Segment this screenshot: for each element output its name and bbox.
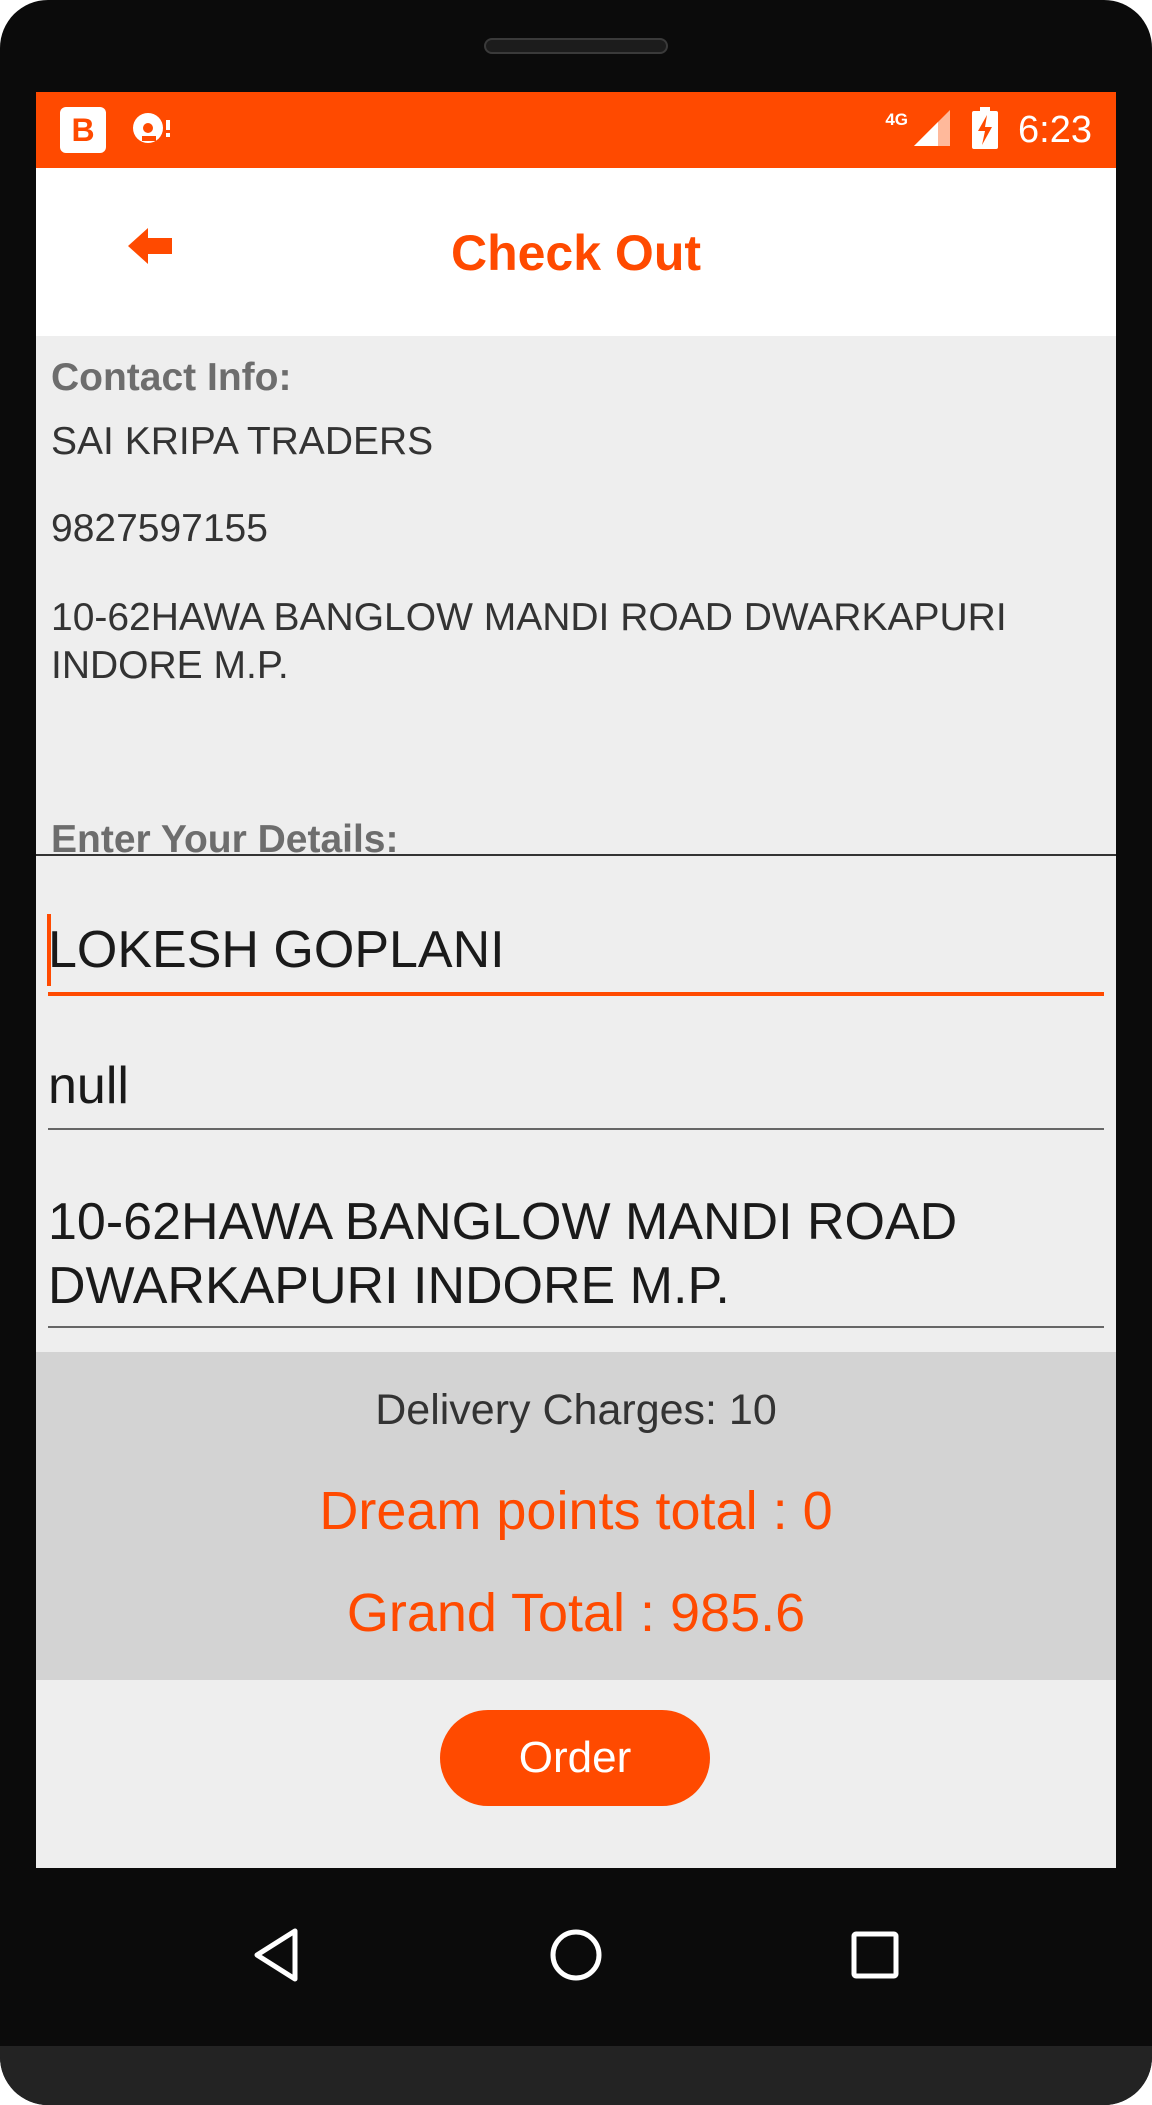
battery-charging-icon [970,106,1000,154]
phone-bottom-edge [0,2046,1152,2105]
grand-total: Grand Total : 985.6 [346,1583,806,1643]
recents-square-icon [845,1925,905,1990]
phone-field[interactable]: null [48,1054,1104,1118]
nav-home-button[interactable] [531,1912,621,2002]
page-title: Check Out [450,225,702,281]
dream-points-total: Dream points total : 0 [319,1481,833,1541]
text-cursor [47,914,51,986]
contact-address: 10-62HAWA BANGLOW MANDI ROAD DWARKAPURI … [51,596,1007,687]
home-circle-icon [546,1925,606,1990]
name-field[interactable]: LOKESH GOPLANI [48,918,1104,982]
nav-back-button[interactable] [232,1912,322,2002]
clock-time: 6:23 [1018,108,1092,151]
phone-field-underline [48,1128,1104,1130]
app-bar: Check Out [36,168,1116,336]
address-field[interactable]: 10-62HAWA BANGLOW MANDI ROAD DWARKAPURI … [48,1190,1104,1318]
contact-phone: 9827597155 [51,507,268,550]
signal-icon [912,108,952,153]
status-bar: B 4G 6:23 [36,92,1116,168]
contact-info-heading: Contact Info: [51,356,292,399]
address-field-underline [48,1326,1104,1328]
contact-info-section: Contact Info: SAI KRIPA TRADERS 98275971… [36,336,1116,856]
speaker-grille [484,38,668,54]
app-notification-icon: B [60,107,106,153]
phone-frame: B 4G 6:23 Check Out Contact Info: SAI KR… [0,0,1152,2105]
back-triangle-icon [247,1925,307,1990]
nav-recents-button[interactable] [830,1912,920,2002]
network-type-label: 4G [885,110,909,129]
contact-name: SAI KRIPA TRADERS [51,420,434,463]
order-button[interactable]: Order [440,1710,710,1806]
name-field-underline [48,992,1104,996]
delivery-charges: Delivery Charges: 10 [375,1386,777,1434]
totals-panel: Delivery Charges: 10 Dream points total … [36,1352,1116,1680]
details-heading: Enter Your Details: [51,818,399,861]
sync-disc-icon [128,108,176,153]
app-screen: B 4G 6:23 Check Out Contact Info: SAI KR… [36,92,1116,1868]
system-nav-bar [0,1868,1152,2046]
